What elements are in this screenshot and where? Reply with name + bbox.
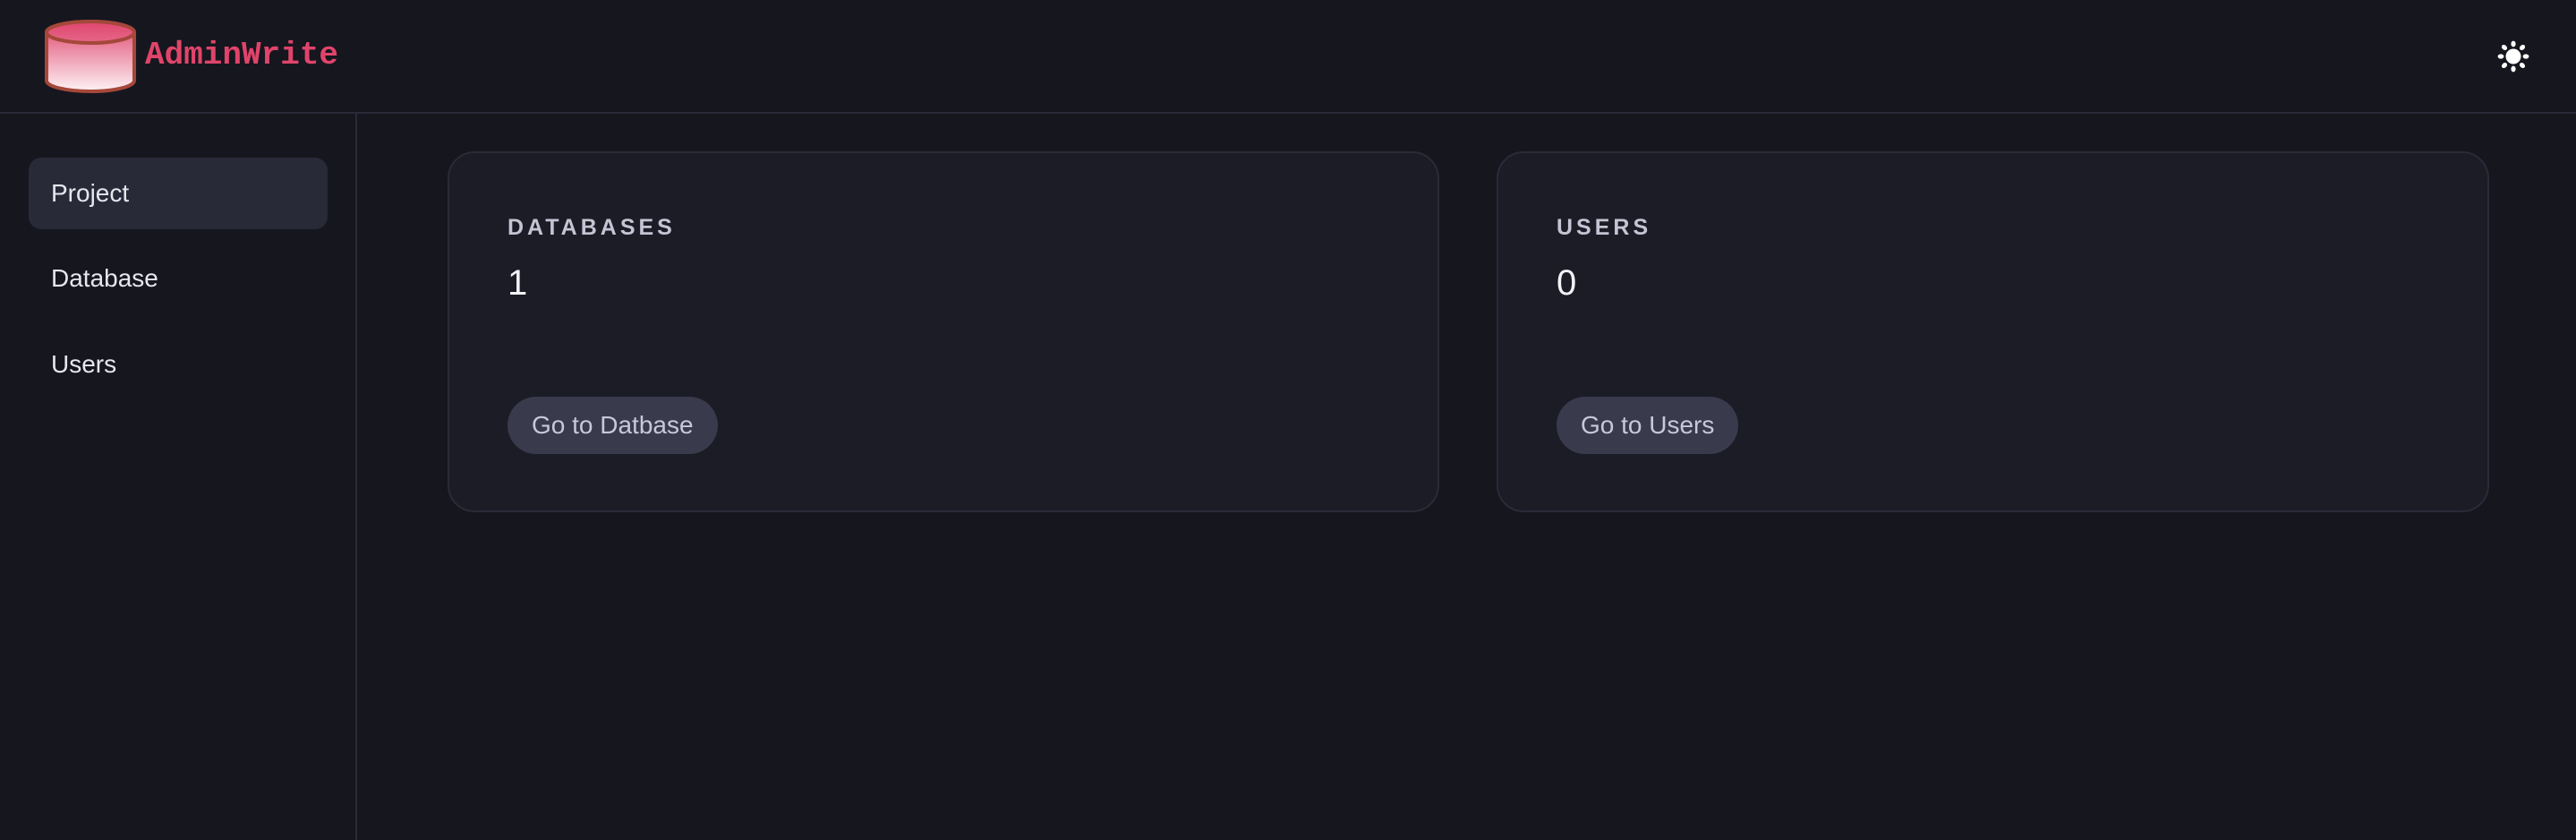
databases-count: 1 <box>508 263 528 303</box>
brand-name: AdminWrite <box>145 37 339 73</box>
users-count: 0 <box>1557 263 1577 303</box>
users-card: USERS 0 Go to Users <box>1497 151 2489 512</box>
sidebar-item-project[interactable]: Project <box>29 158 328 229</box>
sidebar-item-database[interactable]: Database <box>29 243 328 314</box>
sidebar: Project Database Users <box>0 114 357 840</box>
database-cylinder-icon <box>45 20 136 93</box>
sidebar-item-users[interactable]: Users <box>29 329 328 400</box>
theme-toggle-button[interactable] <box>2495 39 2531 74</box>
databases-card: DATABASES 1 Go to Datbase <box>448 151 1439 512</box>
go-to-users-button[interactable]: Go to Users <box>1557 397 1739 454</box>
go-to-database-button[interactable]: Go to Datbase <box>508 397 718 454</box>
sun-icon <box>2497 40 2529 73</box>
top-header: AdminWrite <box>0 0 2576 114</box>
users-card-label: USERS <box>1557 215 1652 240</box>
databases-card-label: DATABASES <box>508 215 676 240</box>
